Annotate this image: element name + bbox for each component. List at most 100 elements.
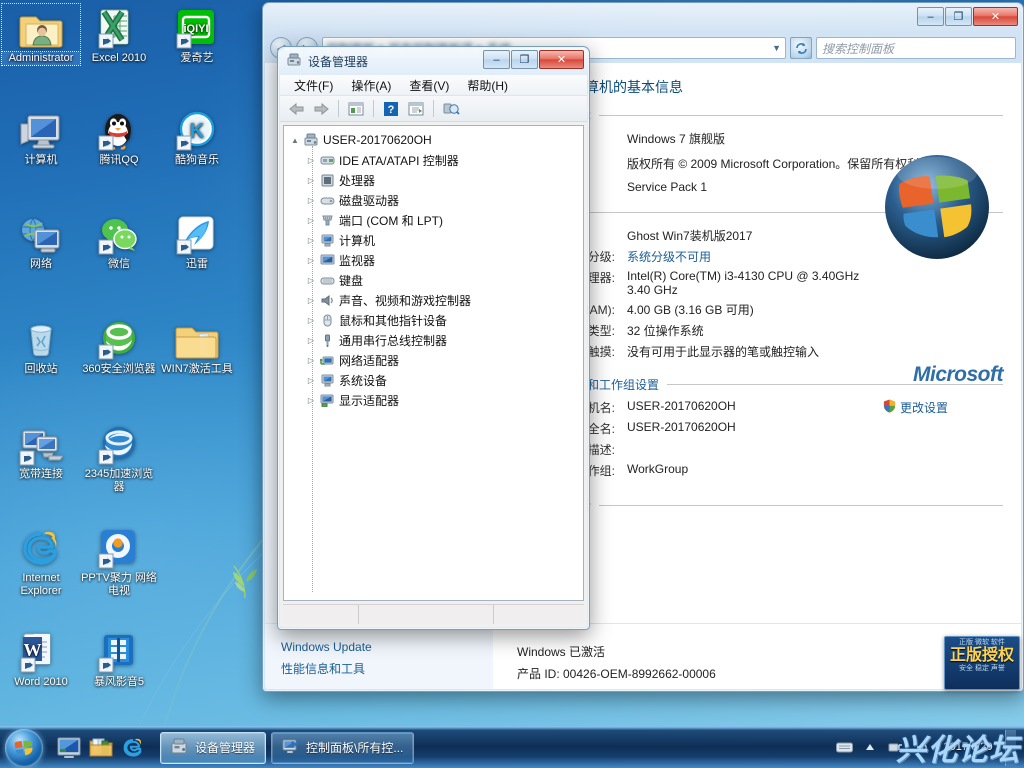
properties-icon[interactable]: [405, 98, 427, 119]
taskbar-button-control-panel[interactable]: 控制面板\所有控...: [271, 732, 414, 764]
collapsed-triangle-icon[interactable]: ▷: [304, 396, 318, 405]
thunder-bird-icon: [158, 210, 236, 256]
tree-node-ports[interactable]: ▷ 端口 (COM 和 LPT): [284, 210, 583, 230]
desktop-icon-2345-browser[interactable]: 2345加速浏览器: [80, 420, 158, 494]
tree-node-processors[interactable]: ▷ 处理器: [284, 170, 583, 190]
ie-icon[interactable]: [120, 735, 146, 761]
desktop-icon-computer[interactable]: 计算机: [2, 106, 80, 167]
desktop-icon-wechat[interactable]: 微信: [80, 210, 158, 271]
desktop-icon-label: 微信: [80, 258, 158, 271]
menu-view[interactable]: 查看(V): [401, 75, 457, 96]
device-tree[interactable]: ▲ USER-20170620OH ▷: [283, 125, 584, 601]
network-icon[interactable]: [887, 739, 905, 757]
scan-for-hardware-changes-icon[interactable]: [440, 98, 462, 119]
user-folder-icon: [2, 4, 80, 50]
link-performance-tools[interactable]: 性能信息和工具: [281, 660, 493, 677]
desktop-icon-tencent-qq[interactable]: 腾讯QQ: [80, 106, 158, 167]
show-hide-console-tree-icon[interactable]: [345, 98, 367, 119]
desktop-icon-word-2010[interactable]: W Word 2010: [2, 628, 80, 689]
desktop-icon-broadband-connection[interactable]: 宽带连接: [2, 420, 80, 481]
collapsed-triangle-icon[interactable]: ▷: [304, 236, 318, 245]
processor-value: Intel(R) Core(TM) i3-4130 CPU @ 3.40GHz: [627, 269, 1003, 283]
minimize-button[interactable]: –: [917, 7, 944, 26]
desktop-icon-excel-2010[interactable]: Excel 2010: [80, 4, 158, 65]
tree-node-sound-video-game-controllers[interactable]: ▷ 声音、视频和游戏控制器: [284, 290, 583, 310]
full-name-value: USER-20170620OH: [627, 420, 1003, 437]
search-input[interactable]: 搜索控制面板: [816, 37, 1016, 59]
collapsed-triangle-icon[interactable]: ▷: [304, 176, 318, 185]
menu-file[interactable]: 文件(F): [286, 75, 341, 96]
show-hidden-icons-icon[interactable]: [861, 739, 879, 757]
network-icon: [2, 210, 80, 256]
tree-node-usb-controllers[interactable]: ▷ 通用串行总线控制器: [284, 330, 583, 350]
close-button[interactable]: ✕: [539, 50, 584, 69]
desktop[interactable]: Administrator Excel 2010: [0, 0, 1024, 768]
tree-node-ide-controllers[interactable]: ▷ IDE ATA/ATAPI 控制器: [284, 150, 583, 170]
minimize-button[interactable]: –: [483, 50, 510, 69]
desktop-icon-win7-activation-tool[interactable]: WIN7激活工具: [158, 315, 236, 376]
tree-node-network-adapters[interactable]: ▷ 网络适配器: [284, 350, 583, 370]
collapsed-triangle-icon[interactable]: ▷: [304, 276, 318, 285]
collapsed-triangle-icon[interactable]: ▷: [304, 256, 318, 265]
tree-node-monitors[interactable]: ▷ 监视器: [284, 250, 583, 270]
forward-arrow-icon[interactable]: [310, 98, 332, 119]
show-desktop-icon[interactable]: [56, 735, 82, 761]
desktop-icon-label: 爱奇艺: [158, 52, 236, 65]
tree-node-mice-and-pointing-devices[interactable]: ▷ 鼠标和其他指针设备: [284, 310, 583, 330]
collapsed-triangle-icon[interactable]: ▷: [304, 376, 318, 385]
control-panel-titlebar[interactable]: – ❐ ✕: [264, 4, 1022, 33]
start-button[interactable]: [2, 728, 46, 768]
maximize-button[interactable]: ❐: [945, 7, 972, 26]
collapsed-triangle-icon[interactable]: ▷: [304, 316, 318, 325]
taskbar-clock[interactable]: 2017/6/20: [939, 741, 997, 754]
svg-text:?: ?: [388, 104, 395, 116]
collapsed-triangle-icon[interactable]: ▷: [304, 336, 318, 345]
tree-node-keyboards[interactable]: ▷ 键盘: [284, 270, 583, 290]
volume-icon[interactable]: [913, 739, 931, 757]
desktop-icon-thunder[interactable]: 迅雷: [158, 210, 236, 271]
desktop-icon-recycle-bin[interactable]: 回收站: [2, 315, 80, 376]
desktop-icon-kugou-music[interactable]: K 酷狗音乐: [158, 106, 236, 167]
tree-node-root[interactable]: ▲ USER-20170620OH: [284, 130, 583, 150]
window-controls: – ❐ ✕: [916, 7, 1018, 26]
help-icon[interactable]: ?: [380, 98, 402, 119]
maximize-button[interactable]: ❐: [511, 50, 538, 69]
chevron-down-icon[interactable]: ▼: [772, 43, 781, 53]
input-method-icon[interactable]: [835, 739, 853, 757]
collapsed-triangle-icon[interactable]: ▷: [304, 216, 318, 225]
show-desktop-button[interactable]: [1005, 730, 1016, 766]
menu-help[interactable]: 帮助(H): [459, 75, 516, 96]
tree-node-computer[interactable]: ▷ 计算机: [284, 230, 583, 250]
refresh-icon[interactable]: [790, 37, 812, 59]
device-manager-window[interactable]: 设备管理器 – ❐ ✕ 文件(F) 操作(A) 查看(V) 帮助(H): [277, 46, 590, 630]
desktop-icon-internet-explorer[interactable]: Internet Explorer: [2, 524, 80, 598]
change-settings-link[interactable]: 更改设置: [883, 399, 1003, 416]
description-value: [627, 441, 1003, 458]
desktop-icon-network[interactable]: 网络: [2, 210, 80, 271]
desktop-icon-360-browser[interactable]: 360安全浏览器: [80, 315, 158, 376]
change-settings-label[interactable]: 更改设置: [900, 399, 948, 416]
desktop-icon-baofeng-player[interactable]: 暴风影音5: [80, 628, 158, 689]
back-arrow-icon[interactable]: [285, 98, 307, 119]
close-button[interactable]: ✕: [973, 7, 1018, 26]
desktop-icon-administrator[interactable]: Administrator: [2, 4, 80, 65]
tree-node-system-devices[interactable]: ▷ 系统设备: [284, 370, 583, 390]
desktop-icon-label: 2345加速浏览器: [80, 468, 158, 494]
windows-explorer-icon[interactable]: [88, 735, 114, 761]
taskbar[interactable]: 设备管理器 控制面板\所有控...: [0, 726, 1024, 768]
collapsed-triangle-icon[interactable]: ▷: [304, 156, 318, 165]
link-windows-update[interactable]: Windows Update: [281, 640, 493, 654]
collapsed-triangle-icon[interactable]: ▷: [304, 196, 318, 205]
desktop-icon-pptv[interactable]: PPTV聚力 网络电视: [80, 524, 158, 598]
menu-action[interactable]: 操作(A): [343, 75, 399, 96]
taskbar-button-device-manager[interactable]: 设备管理器: [160, 732, 266, 764]
collapsed-triangle-icon[interactable]: ▷: [304, 296, 318, 305]
quick-launch-bar: [56, 735, 146, 761]
collapsed-triangle-icon[interactable]: ▷: [304, 356, 318, 365]
usb-icon: [318, 334, 336, 347]
device-manager-titlebar[interactable]: 设备管理器 – ❐ ✕: [279, 48, 588, 75]
tree-node-display-adapters[interactable]: ▷ 显示适配器: [284, 390, 583, 410]
desktop-icon-iqiyi[interactable]: iQIYI 爱奇艺: [158, 4, 236, 65]
tree-node-disk-drives[interactable]: ▷ 磁盘驱动器: [284, 190, 583, 210]
expanded-triangle-icon[interactable]: ▲: [288, 136, 302, 145]
